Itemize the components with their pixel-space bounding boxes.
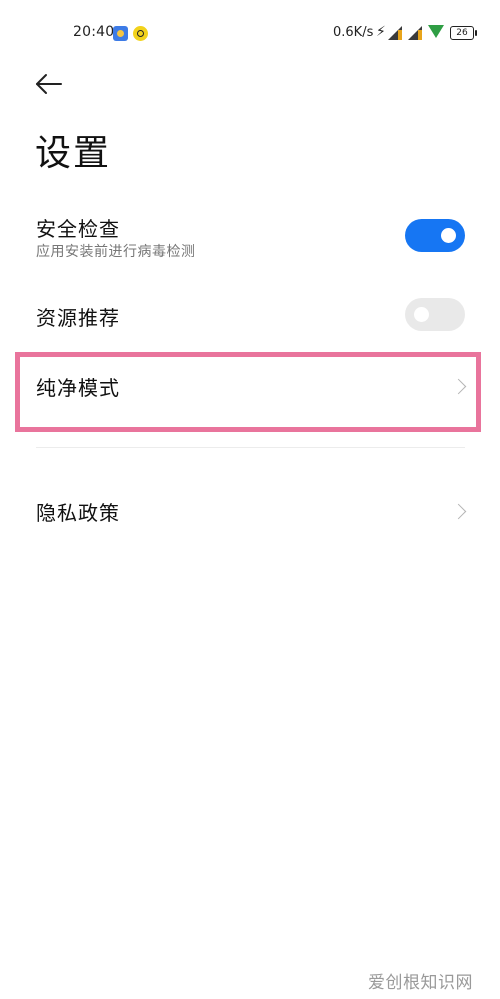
page-title: 设置: [35, 133, 112, 174]
arrow-left-icon[interactable]: [34, 72, 64, 96]
network-speed: 0.6K/s: [333, 25, 374, 40]
toggle-knob: [441, 228, 456, 243]
settings-row-privacy-policy[interactable]: 隐私政策: [0, 480, 500, 540]
section-divider: [36, 447, 465, 448]
battery-icon: 26: [450, 26, 477, 40]
bluetooth-icon: ⚡: [376, 24, 386, 40]
settings-row-security-check[interactable]: 安全检查 应用安装前进行病毒检测: [0, 205, 500, 275]
security-check-toggle[interactable]: [405, 219, 465, 252]
app-notification-icon-2: [133, 26, 148, 41]
signal-activity-icon-2: [418, 30, 422, 40]
resource-recommend-toggle[interactable]: [405, 298, 465, 331]
signal-activity-icon: [398, 30, 402, 40]
security-check-description: 应用安装前进行病毒检测: [36, 244, 196, 260]
chevron-right-icon: [450, 503, 467, 520]
privacy-policy-label: 隐私政策: [36, 501, 120, 525]
settings-row-resource-recommend[interactable]: 资源推荐: [0, 285, 500, 345]
security-check-label: 安全检查: [36, 217, 120, 241]
status-bar: 20:40 0.6K/s ⚡ 26: [0, 0, 500, 66]
watermark: 爱创根知识网: [368, 973, 473, 993]
wifi-icon: [428, 25, 444, 38]
arrow-left-icon-svg: [36, 74, 62, 94]
status-time: 20:40: [73, 24, 115, 40]
resource-recommend-label: 资源推荐: [36, 306, 120, 330]
toggle-knob: [414, 307, 429, 322]
app-notification-icon: [113, 26, 128, 41]
highlight-annotation: [15, 352, 481, 432]
